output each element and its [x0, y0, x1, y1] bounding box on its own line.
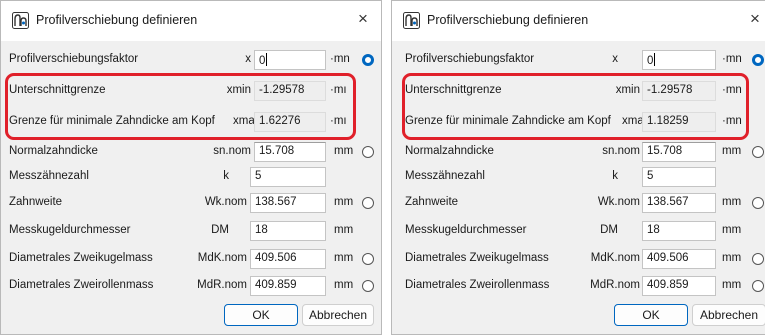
radio-span-width[interactable] — [752, 197, 764, 209]
close-icon[interactable]: × — [355, 10, 371, 27]
text-caret — [266, 53, 268, 66]
row-symbol: Wk.nom — [597, 196, 640, 208]
row-symbol: k — [612, 170, 618, 182]
gear-profile-icon — [403, 12, 420, 29]
row-zweikugelmass: Diametrales Zweikugelmass MdK.nom 409.50… — [392, 248, 765, 272]
span-width-input[interactable]: 138.567 — [642, 193, 716, 213]
row-unit: mm — [334, 145, 354, 157]
row-unit: ·mn — [722, 53, 742, 65]
row-unit: mm — [334, 196, 354, 208]
row-profilverschiebungsfaktor: Profilverschiebungsfaktor x 0 ·mn — [392, 49, 765, 73]
span-width-input[interactable]: 138.567 — [250, 193, 326, 213]
radio-profile-shift[interactable] — [362, 54, 374, 66]
radio-ball-dimension[interactable] — [362, 253, 374, 265]
radio-ball-dimension[interactable] — [752, 253, 764, 265]
tooth-count-input[interactable]: 5 — [250, 167, 326, 187]
ok-button[interactable]: OK — [224, 304, 298, 326]
title-bar: Profilverschiebung definieren × — [392, 1, 765, 41]
row-normalzahndicke: Normalzahndicke sn.nom 15.708 mm — [392, 141, 765, 165]
row-symbol: MdR.nom — [590, 279, 640, 291]
dialog-left: Profilverschiebung definieren × Profilve… — [0, 0, 382, 335]
row-messkugeldurchmesser: Messkugeldurchmesser DM 18 mm — [1, 220, 381, 244]
row-messzaehnezahl: Messzähnezahl k 5 — [1, 166, 381, 190]
text-caret — [654, 53, 656, 66]
row-normalzahndicke: Normalzahndicke sn.nom 15.708 mm — [1, 141, 381, 165]
profile-shift-input[interactable]: 0 — [254, 50, 326, 70]
row-unit: mm — [722, 196, 742, 208]
ball-dimension-input[interactable]: 409.506 — [642, 249, 716, 269]
title-bar: Profilverschiebung definieren × — [1, 1, 381, 41]
normal-thickness-input[interactable]: 15.708 — [642, 142, 716, 162]
row-messzaehnezahl: Messzähnezahl k 5 — [392, 166, 765, 190]
row-zahnweite: Zahnweite Wk.nom 138.567 mm — [392, 192, 765, 216]
row-label: Diametrales Zweikugelmass — [405, 252, 549, 264]
row-label: Messzähnezahl — [9, 170, 89, 182]
row-symbol: MdR.nom — [197, 279, 247, 291]
row-zweikugelmass: Diametrales Zweikugelmass MdK.nom 409.50… — [1, 248, 381, 272]
red-highlight-box — [402, 73, 749, 140]
red-highlight-box — [5, 73, 356, 140]
row-label: Messkugeldurchmesser — [405, 224, 527, 236]
cancel-button[interactable]: Abbrechen — [302, 304, 374, 326]
row-unit: mm — [334, 279, 354, 291]
normal-thickness-input[interactable]: 15.708 — [254, 142, 326, 162]
row-label: Profilverschiebungsfaktor — [405, 53, 535, 65]
row-messkugeldurchmesser: Messkugeldurchmesser DM 18 mm — [392, 220, 765, 244]
roller-dimension-input[interactable]: 409.859 — [642, 276, 716, 296]
row-symbol: sn.nom — [602, 145, 640, 157]
row-zweirollenmass: Diametrales Zweirollenmass MdR.nom 409.8… — [1, 275, 381, 299]
ok-button[interactable]: OK — [614, 304, 688, 326]
row-symbol: sn.nom — [213, 145, 251, 157]
row-label: Messzähnezahl — [405, 170, 485, 182]
radio-span-width[interactable] — [362, 197, 374, 209]
dialog-title: Profilverschiebung definieren — [36, 13, 198, 27]
dialog-title: Profilverschiebung definieren — [427, 13, 589, 27]
row-label: Normalzahndicke — [9, 145, 98, 157]
gear-profile-icon — [12, 12, 29, 29]
row-unit: mm — [722, 145, 742, 157]
cancel-button[interactable]: Abbrechen — [692, 304, 765, 326]
ball-dimension-input[interactable]: 409.506 — [250, 249, 326, 269]
row-label: Normalzahndicke — [405, 145, 494, 157]
row-label: Diametrales Zweikugelmass — [9, 252, 153, 264]
row-label: Zahnweite — [405, 196, 459, 208]
row-symbol: x — [245, 53, 251, 65]
radio-roller-dimension[interactable] — [752, 280, 764, 292]
radio-profile-shift[interactable] — [752, 54, 764, 66]
row-unit: mm — [334, 224, 354, 236]
row-symbol: MdK.nom — [197, 252, 247, 264]
row-unit: mm — [722, 279, 742, 291]
row-symbol: MdK.nom — [590, 252, 640, 264]
row-unit: ·mn — [330, 53, 350, 65]
row-zahnweite: Zahnweite Wk.nom 138.567 mm — [1, 192, 381, 216]
row-symbol: x — [612, 53, 618, 65]
ball-diameter-input[interactable]: 18 — [642, 221, 716, 241]
row-symbol: DM — [211, 224, 229, 236]
row-label: Zahnweite — [9, 196, 63, 208]
radio-normal-thickness[interactable] — [752, 146, 764, 158]
radio-roller-dimension[interactable] — [362, 280, 374, 292]
row-symbol: k — [223, 170, 229, 182]
row-symbol: Wk.nom — [204, 196, 247, 208]
row-label: Diametrales Zweirollenmass — [405, 279, 550, 291]
close-icon[interactable]: × — [747, 10, 763, 27]
row-symbol: DM — [600, 224, 618, 236]
row-unit: mm — [334, 252, 354, 264]
row-unit: mm — [722, 252, 742, 264]
tooth-count-input[interactable]: 5 — [642, 167, 716, 187]
row-label: Profilverschiebungsfaktor — [9, 53, 139, 65]
ball-diameter-input[interactable]: 18 — [250, 221, 326, 241]
row-unit: mm — [722, 224, 742, 236]
roller-dimension-input[interactable]: 409.859 — [250, 276, 326, 296]
dialog-right: Profilverschiebung definieren × Profilve… — [391, 0, 765, 335]
row-zweirollenmass: Diametrales Zweirollenmass MdR.nom 409.8… — [392, 275, 765, 299]
row-label: Diametrales Zweirollenmass — [9, 279, 154, 291]
profile-shift-input[interactable]: 0 — [642, 50, 716, 70]
row-label: Messkugeldurchmesser — [9, 224, 131, 236]
row-profilverschiebungsfaktor: Profilverschiebungsfaktor x 0 ·mn — [1, 49, 381, 73]
radio-normal-thickness[interactable] — [362, 146, 374, 158]
